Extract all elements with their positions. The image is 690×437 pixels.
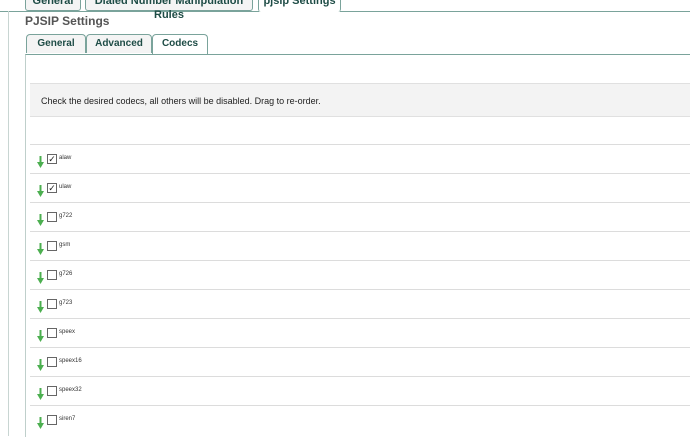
codec-row[interactable]: ✓ ulaw xyxy=(30,173,690,202)
drag-arrow-icon[interactable] xyxy=(37,243,44,255)
codec-row[interactable]: g726 xyxy=(30,260,690,289)
drag-arrow-icon[interactable] xyxy=(37,156,44,168)
codec-checkbox[interactable] xyxy=(47,415,57,425)
drag-arrow-icon[interactable] xyxy=(37,388,44,400)
codec-checkbox[interactable]: ✓ xyxy=(47,183,57,193)
codec-name: speex32 xyxy=(59,387,82,393)
codec-name: g723 xyxy=(59,300,73,306)
codec-name: speex xyxy=(59,329,76,335)
page-title: PJSIP Settings xyxy=(25,14,110,28)
codec-row[interactable]: g723 xyxy=(30,289,690,318)
codec-list: ✓ alaw ✓ ulaw g722 gsm g726 g723 speex speex16 spe… xyxy=(30,144,690,434)
codec-checkbox[interactable] xyxy=(47,357,57,367)
top-tab-general[interactable]: General xyxy=(25,0,81,11)
codec-row[interactable]: gsm xyxy=(30,231,690,260)
codec-name: g722 xyxy=(59,213,73,219)
codec-checkbox[interactable] xyxy=(47,328,57,338)
top-tab-dialed-number-rules[interactable]: Dialed Number Manipulation Rules xyxy=(85,0,253,21)
codec-row[interactable]: ✓ alaw xyxy=(30,144,690,173)
frame-border xyxy=(8,11,9,436)
codec-row[interactable]: siren7 xyxy=(30,405,690,434)
drag-arrow-icon[interactable] xyxy=(37,301,44,313)
codec-row[interactable]: speex32 xyxy=(30,376,690,405)
drag-arrow-icon[interactable] xyxy=(37,272,44,284)
codec-checkbox[interactable] xyxy=(47,212,57,222)
codec-row[interactable]: speex16 xyxy=(30,347,690,376)
codec-checkbox[interactable] xyxy=(47,386,57,396)
codec-checkbox[interactable] xyxy=(47,270,57,280)
codec-name: g726 xyxy=(59,271,73,277)
codec-name: speex16 xyxy=(59,358,82,364)
top-tab-bar: General Dialed Number Manipulation Rules… xyxy=(0,0,690,21)
codec-checkbox[interactable] xyxy=(47,241,57,251)
codec-row[interactable]: speex xyxy=(30,318,690,347)
codec-name: ulaw xyxy=(59,184,72,190)
codec-name: gsm xyxy=(59,242,71,248)
codec-checkbox[interactable]: ✓ xyxy=(47,154,57,164)
subtab-general[interactable]: General xyxy=(26,34,86,53)
codec-name: siren7 xyxy=(59,416,76,422)
drag-arrow-icon[interactable] xyxy=(37,214,44,226)
subtab-codecs[interactable]: Codecs xyxy=(152,34,208,54)
codec-name: alaw xyxy=(59,155,72,161)
codec-instructions: Check the desired codecs, all others wil… xyxy=(30,83,690,117)
drag-arrow-icon[interactable] xyxy=(37,417,44,429)
codec-checkbox[interactable] xyxy=(47,299,57,309)
subtab-advanced[interactable]: Advanced xyxy=(86,34,152,53)
top-tab-pjsip-settings[interactable]: pjsip Settings xyxy=(258,0,341,12)
drag-arrow-icon[interactable] xyxy=(37,359,44,371)
drag-arrow-icon[interactable] xyxy=(37,330,44,342)
codec-row[interactable]: g722 xyxy=(30,202,690,231)
drag-arrow-icon[interactable] xyxy=(37,185,44,197)
